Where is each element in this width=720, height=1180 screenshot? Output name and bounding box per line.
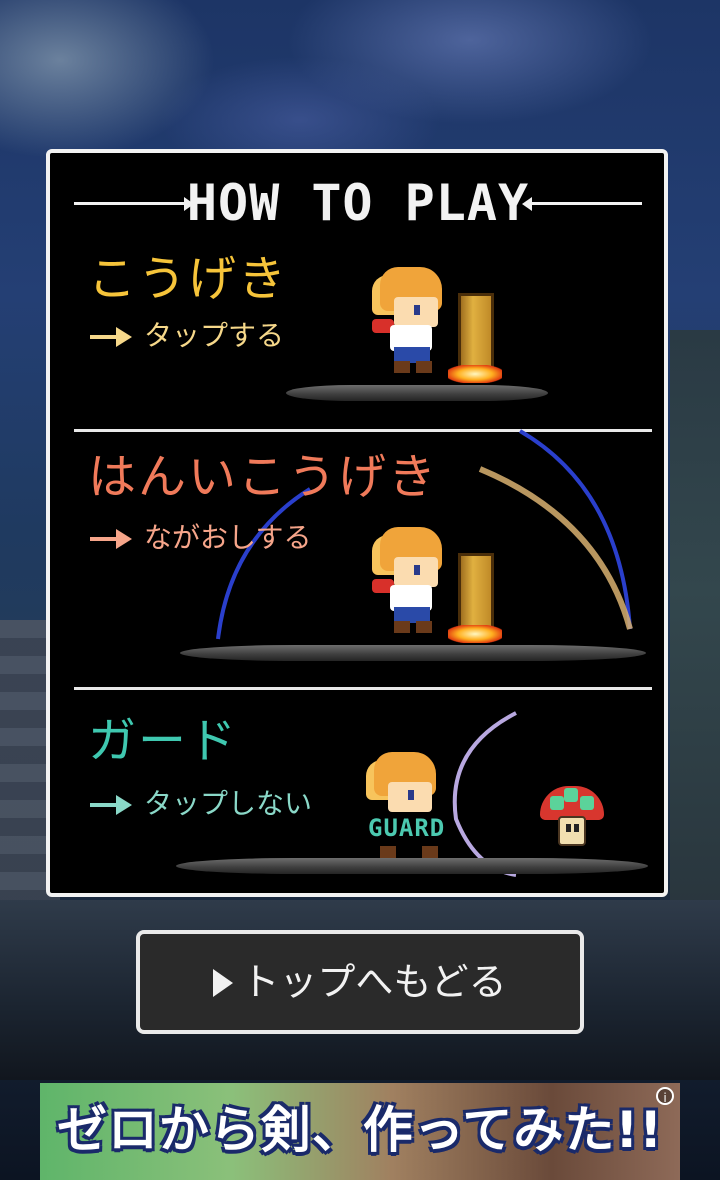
instruction-text: タップしない (144, 787, 313, 820)
arrow-right-icon (90, 795, 138, 815)
instruction-text: ながおしする (144, 521, 312, 554)
how-to-play-panel: HOW TO PLAY こうげき タップする はんいこうげき ながおしする ガー… (46, 149, 668, 897)
arrow-right-icon (90, 529, 138, 549)
section-title: こうげき (88, 251, 289, 307)
ad-banner[interactable]: ゼロから剣、作ってみた!! i (40, 1083, 680, 1180)
platform (180, 645, 646, 661)
section-attack: こうげき タップする (50, 251, 664, 411)
ad-text: ゼロから剣、作ってみた!! (56, 1101, 664, 1159)
mushroom-enemy-icon (540, 786, 604, 850)
arrow-right-icon (90, 327, 138, 347)
info-icon[interactable]: i (656, 1087, 674, 1105)
platform (176, 858, 648, 874)
section-title: ガード (88, 713, 239, 769)
guard-label: GUARD (368, 814, 446, 842)
title-row: HOW TO PLAY (74, 173, 642, 233)
section-title: はんいこうげき (88, 449, 439, 505)
training-post (458, 293, 494, 375)
arrow-left-icon (522, 197, 532, 211)
guard-barrier-icon (452, 711, 517, 877)
background-rock-right (670, 330, 720, 980)
hero-character (366, 267, 450, 377)
title-line-right (532, 202, 642, 205)
platform (286, 385, 548, 401)
section-range-attack: はんいこうげき ながおしする (50, 429, 664, 661)
section-divider (74, 687, 652, 690)
section-instruction: タップしない (90, 787, 312, 821)
instruction-text: タップする (144, 319, 285, 352)
hero-character (366, 527, 450, 637)
play-triangle-icon (213, 968, 234, 997)
back-button-label: トップへもどる (241, 960, 507, 1004)
section-instruction: ながおしする (90, 521, 311, 555)
hit-spark-icon (448, 625, 502, 643)
hit-spark-icon (448, 365, 502, 383)
training-post (458, 553, 494, 635)
back-to-top-button[interactable]: トップへもどる (136, 930, 584, 1034)
section-instruction: タップする (90, 319, 284, 353)
